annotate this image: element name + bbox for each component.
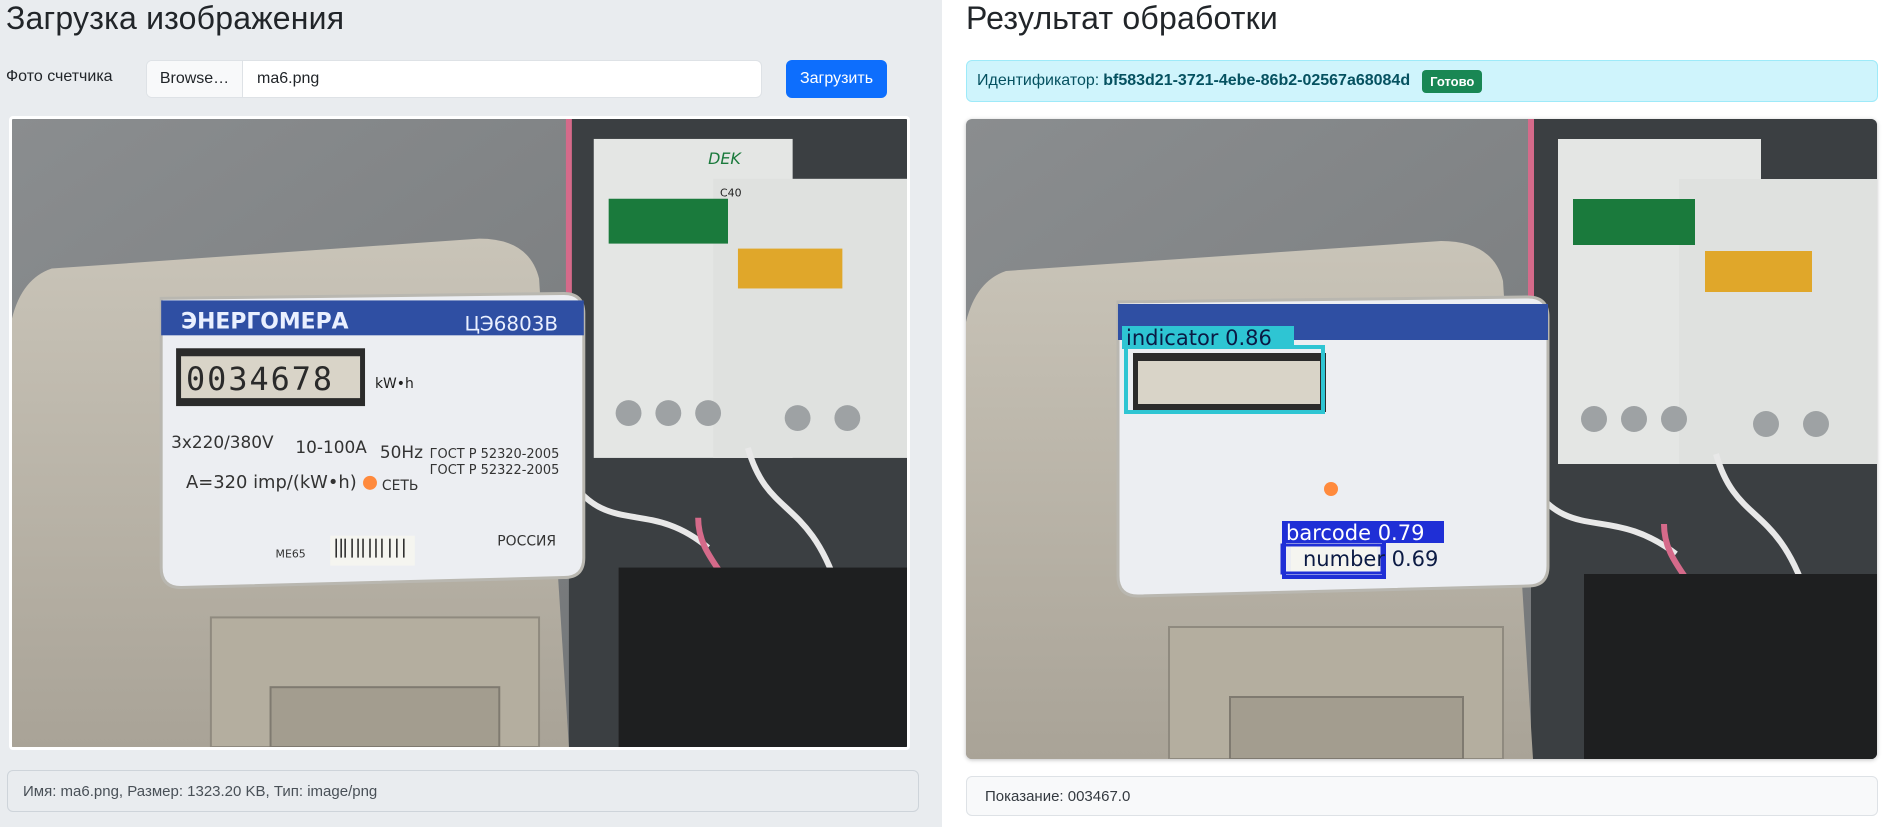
meter-photo-original: DEK C40 ЭНЕРГОМЕРА ЦЭ6803В 0034678 kW•h … [12,119,907,747]
barcode-detection-label: barcode 0.79 [1286,521,1424,545]
selected-file-name[interactable]: ma6.png [243,61,761,97]
browse-button[interactable]: Browse… [147,61,243,97]
meter-brand-text: ЭНЕРГОМЕРА [181,309,349,334]
current-text: 10-100A [295,437,367,457]
meter-photo-annotated: indicator 0.86 barcode 0.79 number 0.69 [966,119,1877,759]
identifier-alert: Идентификатор: bf583d21-3721-4ebe-86b2-0… [966,60,1878,102]
mark-text: МЕ65 [276,548,306,561]
status-badge: Готово [1422,69,1483,93]
meter-constant-text: A=320 imp/(kW•h) [186,472,357,493]
voltage-text: 3x220/380V [171,432,274,452]
uploaded-meter-photo: DEK C40 ЭНЕРГОМЕРА ЦЭ6803В 0034678 kW•h … [9,116,910,750]
counter-digits-text: 0034678 [186,360,334,398]
photo-field-label: Фото счетчика [6,68,113,85]
breaker-rating-text: C40 [720,187,742,200]
result-panel: Результат обработки Идентификатор: bf583… [942,0,1892,827]
identifier-label: Идентификатор: [977,72,1100,89]
breaker-brand-text: DEK [708,149,742,168]
result-heading: Результат обработки [966,0,1278,36]
indicator-detection-label: indicator 0.86 [1126,326,1272,350]
number-detection-label: number 0.69 [1303,547,1438,571]
file-input[interactable]: Browse… ma6.png [146,60,762,98]
frequency-text: 50Hz [380,442,423,462]
processed-meter-photo: indicator 0.86 barcode 0.79 number 0.69 [966,119,1877,759]
counter-unit-text: kW•h [375,376,414,392]
meter-reading: Показание: 003467.0 [966,776,1878,816]
upload-panel: Загрузка изображения Фото счетчика Brows… [0,0,942,827]
led-label-text: СЕТЬ [382,478,419,494]
gost1-text: ГОСТ Р 52320-2005 [430,447,560,462]
file-info-bar: Имя: ma6.png, Размер: 1323.20 KB, Тип: i… [7,770,919,812]
gost2-text: ГОСТ Р 52322-2005 [430,463,560,478]
identifier-value: bf583d21-3721-4ebe-86b2-02567a68084d [1103,72,1411,89]
country-text: РОССИЯ [497,534,556,550]
upload-button[interactable]: Загрузить [786,60,887,98]
meter-model-text: ЦЭ6803В [464,312,558,335]
upload-heading: Загрузка изображения [6,0,345,36]
